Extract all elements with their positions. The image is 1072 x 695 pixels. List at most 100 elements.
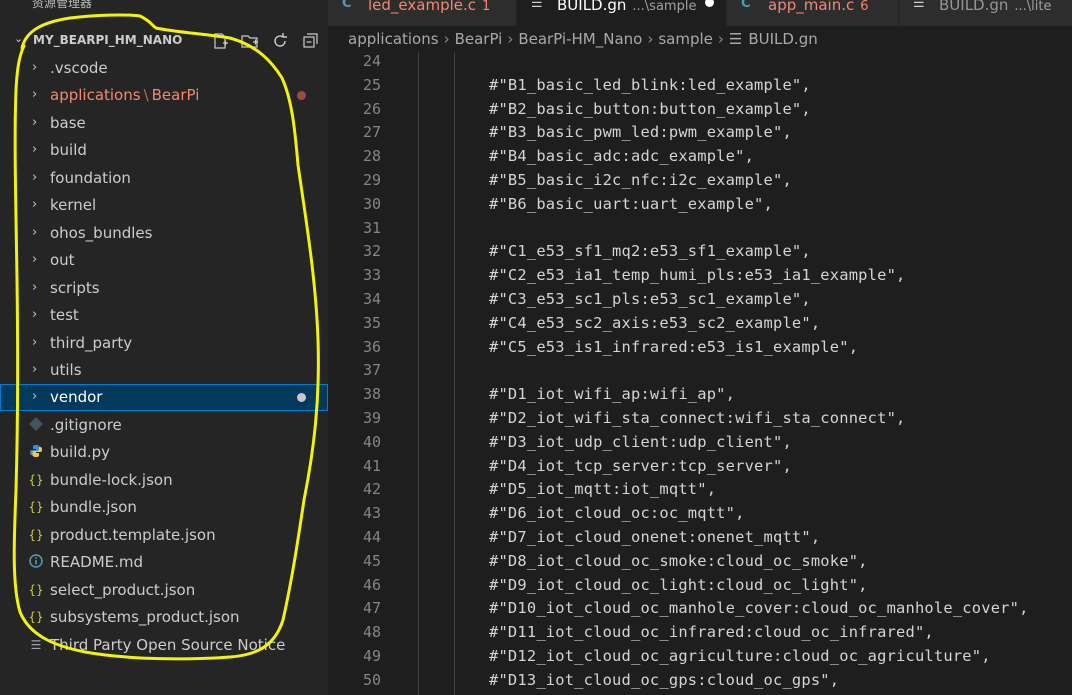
line-number: 39 [362, 409, 381, 427]
tab-build-gn-sample[interactable]: ☰ BUILD.gn ...\sample [517, 0, 727, 26]
line-number: 30 [362, 194, 381, 213]
problem-count-badge: 1 [482, 0, 491, 14]
refresh-icon[interactable] [270, 31, 290, 51]
chevron-right-icon: › [32, 335, 38, 350]
tab-label: app_main.c [768, 0, 855, 14]
modified-dot-icon [297, 91, 306, 100]
line-number: 41 [362, 456, 381, 475]
line-number: 33 [362, 266, 381, 285]
line-number: 48 [362, 623, 381, 642]
tree-folder-test[interactable]: › test [0, 302, 328, 329]
tree-item-label: applications \ BearPi [50, 86, 200, 104]
tree-item-label: README.md [50, 553, 144, 571]
tree-folder-ohos-bundles[interactable]: › ohos_bundles [0, 220, 328, 247]
json-icon: {} [28, 500, 44, 514]
code-line: #"B3_basic_pwm_led:pwm_example", [489, 123, 792, 142]
tab-label: BUILD.gn [557, 0, 627, 14]
tree-folder-kernel[interactable]: › kernel [0, 192, 328, 219]
chevron-right-icon: › [507, 30, 514, 48]
breadcrumb-item[interactable]: sample [658, 30, 713, 48]
chevron-right-icon: › [32, 307, 38, 322]
text-file-icon: ☰ [728, 30, 743, 48]
chevron-right-icon: › [32, 362, 38, 377]
tree-file-subsystems-product-json[interactable]: {} subsystems_product.json [0, 604, 328, 631]
tree-item-label: bundle.json [50, 498, 137, 516]
tree-file-bundle-lock-json[interactable]: {} bundle-lock.json [0, 467, 328, 494]
chevron-right-icon: › [32, 280, 38, 295]
tree-folder-utils[interactable]: › utils [0, 357, 328, 384]
code-line: #"D11_iot_cloud_oc_infrared:cloud_oc_inf… [489, 623, 934, 642]
explorer-title: 资源管理器 [32, 0, 93, 10]
code-line: #"D7_iot_cloud_onenet:onenet_mqtt", [489, 528, 821, 546]
line-number: 49 [362, 647, 381, 665]
tree-file-build-py[interactable]: build.py [0, 439, 328, 466]
tree-item-label: ohos_bundles [50, 224, 153, 242]
tree-file-select-product-json[interactable]: {} select_product.json [0, 577, 328, 604]
tree-file-third-party-notice[interactable]: ☰ Third Party Open Source Notice [0, 632, 328, 659]
tree-item-label: third_party [50, 334, 133, 352]
new-folder-icon[interactable] [240, 31, 260, 51]
line-number: 24 [362, 52, 381, 70]
chevron-right-icon: › [32, 142, 38, 157]
tree-item-label: .vscode [50, 59, 108, 77]
more-actions-icon[interactable]: ··· [289, 0, 302, 8]
tree-item-label: build [50, 141, 87, 159]
collapse-all-icon[interactable] [300, 31, 320, 51]
line-number: 38 [362, 385, 381, 404]
tab-app-main-c[interactable]: C app_main.c 6 [727, 0, 899, 26]
indent-guide [454, 52, 455, 695]
workspace-root-label: MY_BEARPI_HM_NANO [33, 33, 183, 47]
breadcrumb: applications › BearPi › BearPi-HM_Nano › sampl… [348, 30, 818, 52]
line-number: 45 [362, 551, 381, 570]
workspace-root[interactable]: ⌄ MY_BEARPI_HM_NANO [0, 30, 328, 52]
chevron-right-icon: › [32, 170, 38, 185]
line-number: 40 [362, 432, 381, 451]
breadcrumb-item[interactable]: applications [348, 30, 439, 48]
tree-folder-vendor[interactable]: › vendor [0, 384, 328, 411]
tree-folder-vscode[interactable]: › .vscode [0, 55, 328, 82]
tree-item-label: vendor [50, 388, 103, 406]
line-number: 46 [362, 575, 381, 594]
tree-file-readme-md[interactable]: README.md [0, 549, 328, 576]
tree-item-label: base [50, 114, 86, 132]
tab-led-example-c[interactable]: C led_example.c 1 [328, 0, 517, 26]
explorer-header: 资源管理器 ··· [0, 0, 328, 16]
tree-folder-third-party[interactable]: › third_party [0, 330, 328, 357]
line-number: 34 [362, 290, 381, 308]
tree-file-bundle-json[interactable]: {} bundle.json [0, 494, 328, 521]
chevron-right-icon: › [32, 115, 38, 130]
json-icon: {} [28, 473, 44, 487]
tree-folder-foundation[interactable]: › foundation [0, 165, 328, 192]
editor-tab-bar: C led_example.c 1 ☰ BUILD.gn ...\sample C … [328, 0, 1072, 26]
chevron-right-icon: › [32, 389, 38, 404]
code-line: #"D3_iot_udp_client:udp_client", [489, 432, 792, 451]
chevron-right-icon: › [443, 30, 450, 48]
tree-folder-out[interactable]: › out [0, 247, 328, 274]
tree-item-label: subsystems_product.json [50, 608, 240, 626]
line-number: 29 [362, 171, 381, 189]
breadcrumb-item[interactable]: BearPi-HM_Nano [518, 30, 642, 48]
line-number: 31 [362, 218, 381, 237]
tree-item-label: utils [50, 361, 82, 379]
git-icon [28, 416, 44, 433]
indent-guide [418, 52, 419, 695]
tree-item-label: scripts [50, 279, 100, 297]
tree-folder-base[interactable]: › base [0, 110, 328, 137]
text-file-icon: ☰ [531, 0, 543, 11]
tree-folder-applications[interactable]: › applications \ BearPi [0, 82, 328, 109]
breadcrumb-item[interactable]: BearPi [455, 30, 503, 48]
code-editor[interactable]: 24 25 #"B1_basic_led_blink:led_example", 26… [328, 52, 1072, 695]
breadcrumb-item[interactable]: BUILD.gn [748, 30, 817, 48]
tree-item-label: kernel [50, 196, 97, 214]
tree-file-gitignore[interactable]: .gitignore [0, 412, 328, 439]
new-file-icon[interactable] [210, 31, 230, 51]
tree-folder-build[interactable]: › build [0, 137, 328, 164]
code-line: #"D12_iot_cloud_oc_agriculture:cloud_oc_… [489, 647, 991, 665]
unsaved-dot-icon[interactable] [705, 0, 714, 7]
code-line: #"D1_iot_wifi_ap:wifi_ap", [489, 385, 736, 404]
json-icon: {} [28, 528, 44, 542]
tab-build-gn-lite[interactable]: ☰ BUILD.gn ...\lite [899, 0, 1072, 26]
tree-folder-scripts[interactable]: › scripts [0, 275, 328, 302]
python-icon [28, 444, 44, 460]
tree-file-product-template-json[interactable]: {} product.template.json [0, 522, 328, 549]
